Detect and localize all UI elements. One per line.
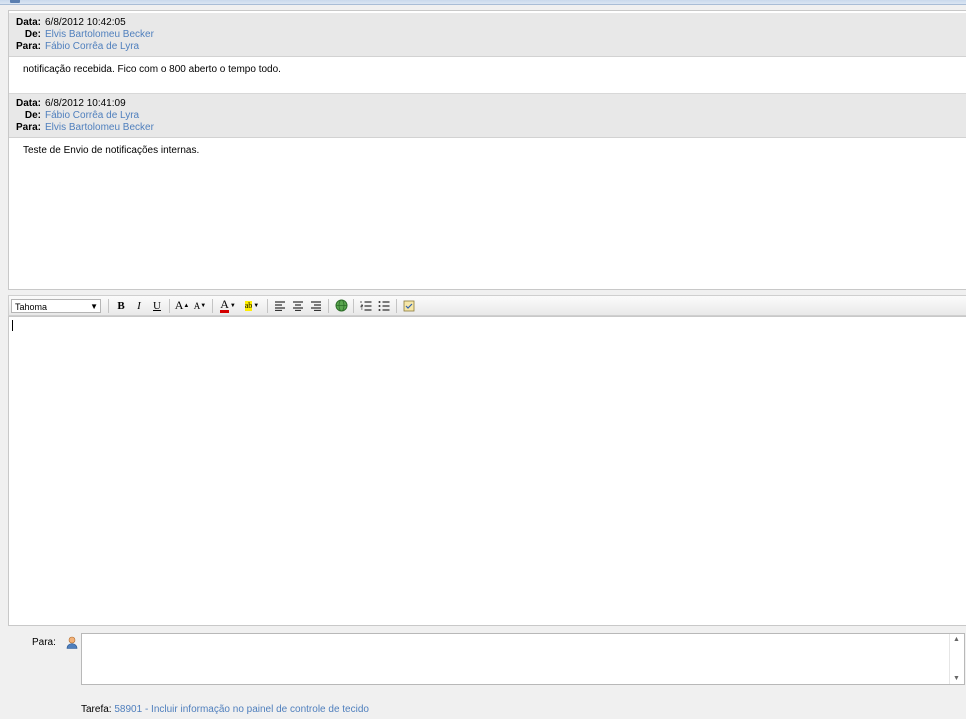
- font-family-select[interactable]: Tahoma ▼: [11, 298, 101, 313]
- recipient-link[interactable]: Elvis Bartolomeu Becker: [45, 122, 154, 134]
- recipient-link[interactable]: Fábio Corrêa de Lyra: [45, 41, 139, 53]
- date-label: Data:: [15, 17, 41, 28]
- from-label: De:: [24, 110, 41, 121]
- message-header: Data: 6/8/2012 10:41:09 De: Fábio Corrêa d…: [9, 93, 966, 138]
- spellcheck-icon[interactable]: [401, 298, 417, 314]
- align-right-icon[interactable]: [308, 298, 324, 314]
- recipient-scrollbar[interactable]: ▲ ▼: [949, 634, 964, 684]
- shrink-font-icon[interactable]: A ▼: [192, 298, 208, 314]
- recipient-input[interactable]: ▲ ▼: [81, 633, 965, 685]
- message-date: 6/8/2012 10:42:05: [45, 17, 126, 28]
- underline-icon[interactable]: U: [149, 298, 165, 314]
- task-link[interactable]: 58901 - Incluir informação no painel de …: [114, 704, 369, 715]
- toolbar-divider: [212, 298, 213, 313]
- date-label: Data:: [15, 98, 41, 109]
- sender-link[interactable]: Elvis Bartolomeu Becker: [45, 29, 154, 41]
- toolbar-divider: [353, 298, 354, 313]
- user-picker-icon[interactable]: [66, 636, 78, 649]
- insert-link-icon[interactable]: [333, 298, 349, 314]
- align-left-icon[interactable]: [272, 298, 288, 314]
- task-label: Tarefa:: [81, 704, 112, 715]
- window-icon: [10, 0, 20, 3]
- bold-icon[interactable]: B: [113, 298, 129, 314]
- align-center-icon[interactable]: [290, 298, 306, 314]
- recipient-label: Para:: [32, 637, 56, 648]
- scroll-up-icon[interactable]: ▲: [953, 636, 960, 643]
- font-family-value: Tahoma: [15, 301, 48, 312]
- bullet-list-icon[interactable]: [376, 298, 392, 314]
- grow-font-icon[interactable]: A ▲: [174, 298, 190, 314]
- message-header: Data: 6/8/2012 10:42:05 De: Elvis Bartolom…: [9, 13, 966, 57]
- to-label: Para:: [15, 122, 41, 133]
- font-color-icon[interactable]: A ▼: [217, 298, 239, 314]
- sender-link[interactable]: Fábio Corrêa de Lyra: [45, 110, 139, 122]
- toolbar-divider: [108, 298, 109, 313]
- message-body: Teste de Envio de notificações internas.: [23, 145, 200, 156]
- chevron-down-icon: ▼: [90, 301, 98, 311]
- toolbar-divider: [267, 298, 268, 313]
- italic-icon[interactable]: I: [131, 298, 147, 314]
- toolbar-divider: [396, 298, 397, 313]
- window-title-strip: [0, 0, 966, 5]
- conversation-history[interactable]: Data: 6/8/2012 10:42:05 De: Elvis Bartolom…: [8, 10, 966, 290]
- text-caret: [12, 320, 13, 331]
- message-editor[interactable]: [8, 316, 966, 626]
- to-label: Para:: [15, 41, 41, 52]
- task-info: Tarefa: 58901 - Incluir informação no pa…: [81, 704, 369, 715]
- message-date: 6/8/2012 10:41:09: [45, 98, 126, 109]
- from-label: De:: [24, 29, 41, 40]
- highlight-icon[interactable]: ab ▼: [241, 298, 263, 314]
- toolbar-divider: [328, 298, 329, 313]
- editor-toolbar: Tahoma ▼ B I U A ▲ A ▼ A ▼ ab ▼: [8, 295, 966, 316]
- numbered-list-icon[interactable]: [358, 298, 374, 314]
- toolbar-divider: [169, 298, 170, 313]
- scroll-down-icon[interactable]: ▼: [953, 675, 960, 682]
- message-body: notificação recebida. Fico com o 800 abe…: [23, 64, 281, 75]
